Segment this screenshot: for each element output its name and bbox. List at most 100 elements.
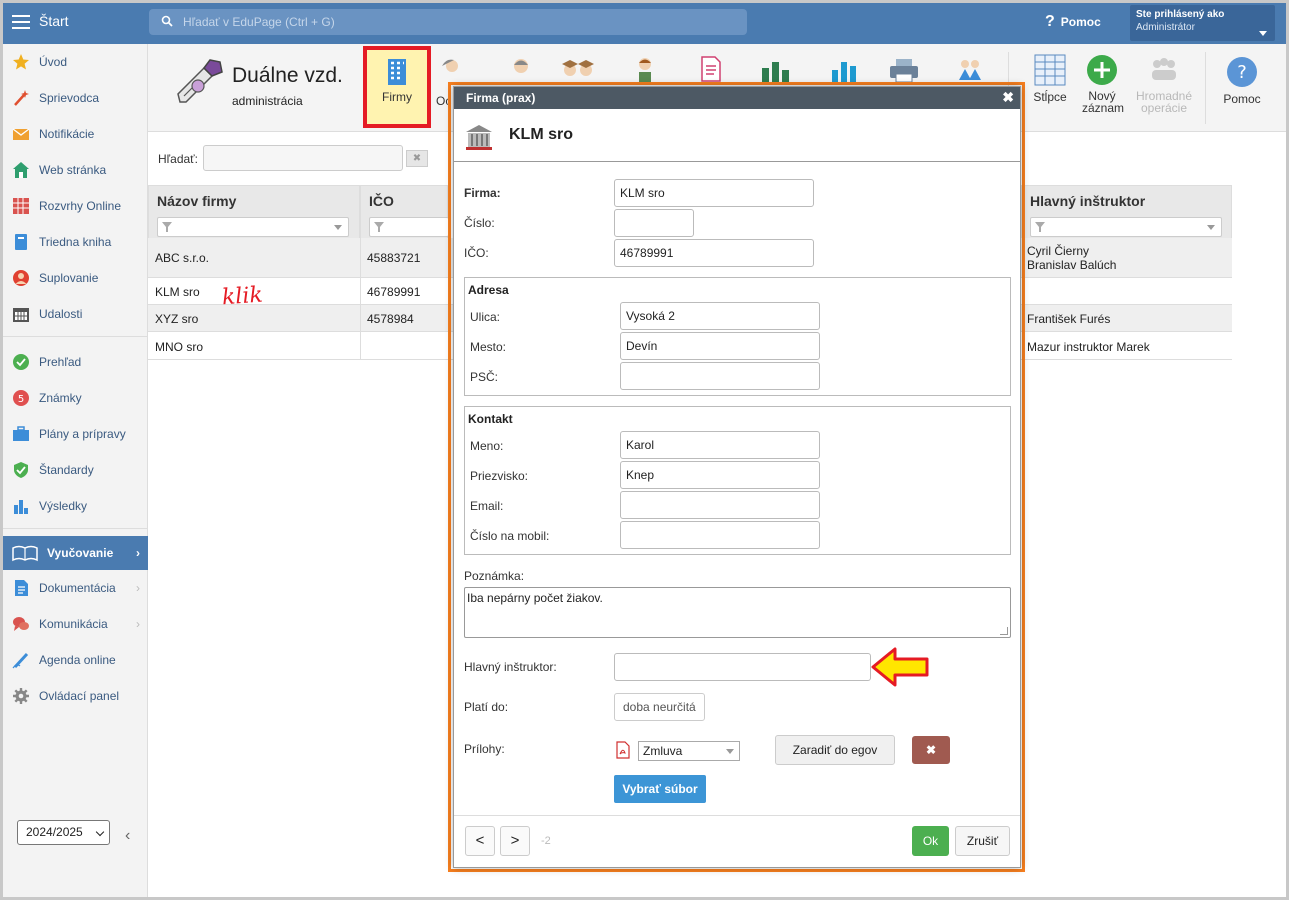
sidebar-item-prehlad[interactable]: Prehľad: [3, 345, 148, 379]
column-filter[interactable]: [369, 217, 449, 237]
sidebar-item-notifikacie[interactable]: Notifikácie: [3, 117, 148, 151]
instructor-input[interactable]: [614, 653, 871, 681]
sidebar-item-vysledky[interactable]: Výsledky: [3, 489, 148, 523]
hamburger-menu-icon[interactable]: [12, 15, 30, 29]
column-header-ico[interactable]: IČO: [360, 185, 449, 241]
bank-building-icon: [466, 125, 492, 150]
help-module-button[interactable]: ? Pomoc: [1220, 44, 1264, 132]
table-search-input[interactable]: [203, 145, 403, 171]
sidebar-item-ovladaci-panel[interactable]: Ovládací panel: [3, 679, 148, 713]
note-textarea[interactable]: Iba nepárny počet žiakov.: [464, 587, 1011, 638]
sidebar-item-label: Udalosti: [39, 307, 83, 321]
footer-divider: [454, 815, 1020, 816]
sidebar-item-web-stranka[interactable]: Web stránka: [3, 153, 148, 187]
svg-text:5: 5: [18, 394, 24, 405]
sidebar-item-dokumentacia[interactable]: Dokumentácia ›: [3, 571, 148, 605]
report-icon: [701, 56, 721, 82]
grid-icon: [13, 198, 29, 214]
sidebar-item-komunikacia[interactable]: Komunikácia ›: [3, 607, 148, 641]
group-icon: [1152, 58, 1176, 80]
toolbar-divider: [1205, 52, 1206, 124]
email-input[interactable]: [620, 491, 820, 519]
user-menu[interactable]: Ste prihlásený ako Administrátor: [1130, 5, 1275, 41]
note-text: Iba nepárny počet žiakov.: [467, 591, 603, 605]
new-record-button[interactable]: Nový záznam: [1082, 44, 1125, 132]
prev-record-button[interactable]: <: [465, 826, 495, 856]
contact-title: Kontakt: [468, 412, 513, 426]
help-button[interactable]: ? Pomoc: [1045, 13, 1101, 31]
choose-file-button[interactable]: Vybrať súbor: [614, 775, 706, 803]
open-book-icon: [12, 545, 38, 562]
user-role: Administrátor: [1136, 22, 1195, 33]
clear-search-icon[interactable]: ✖: [406, 150, 428, 167]
sidebar-item-suplovanie[interactable]: Suplovanie: [3, 261, 148, 295]
calendar-icon: [13, 308, 29, 322]
resize-grip-icon[interactable]: [1000, 627, 1008, 635]
sidebar-item-uvod[interactable]: Úvod: [3, 45, 148, 79]
cancel-button[interactable]: Zrušiť: [955, 826, 1010, 856]
cell-ico: 46789991: [367, 285, 421, 299]
column-filter[interactable]: [1030, 217, 1222, 237]
psc-input[interactable]: [620, 362, 820, 390]
column-header-instructor[interactable]: Hlavný inštruktor: [1021, 185, 1232, 241]
ok-button[interactable]: Ok: [912, 826, 949, 856]
mesto-input[interactable]: Devín: [620, 332, 820, 360]
firmy-button[interactable]: Firmy: [363, 46, 431, 128]
school-year-select[interactable]: 2024/2025: [17, 820, 110, 845]
cell-ico: 45883721: [367, 251, 421, 265]
sidebar-item-udalosti[interactable]: Udalosti: [3, 297, 148, 331]
firma-label: Firma:: [464, 186, 501, 200]
sidebar-item-label: Agenda online: [39, 653, 116, 667]
ico-input[interactable]: 46789991: [614, 239, 814, 267]
sidebar-item-vyucovanie[interactable]: Vyučovanie ›: [3, 536, 148, 570]
ulica-input[interactable]: Vysoká 2: [620, 302, 820, 330]
partial-toolbar-button[interactable]: Oc: [434, 44, 458, 132]
sidebar-item-znamky[interactable]: 5 Známky: [3, 381, 148, 415]
sidebar-item-sprievodca[interactable]: Sprievodca: [3, 81, 148, 115]
sidebar: Úvod Sprievodca Notifikácie Web stránka …: [3, 44, 148, 897]
close-icon[interactable]: ✖: [1002, 89, 1014, 106]
svg-text:?: ?: [1237, 62, 1247, 83]
psc-label: PSČ:: [470, 370, 499, 384]
arrow-left-annotation-icon: [871, 647, 929, 687]
sidebar-item-label: Ovládací panel: [39, 689, 120, 703]
sidebar-item-plany[interactable]: Plány a prípravy: [3, 417, 148, 451]
sidebar-item-label: Vyučovanie: [47, 546, 114, 560]
cislo-input[interactable]: [614, 209, 694, 237]
next-record-button[interactable]: >: [500, 826, 530, 856]
mobil-input[interactable]: [620, 521, 820, 549]
grade-icon: 5: [13, 390, 29, 406]
sidebar-item-standardy[interactable]: Štandardy: [3, 453, 148, 487]
address-title: Adresa: [468, 283, 509, 297]
meno-label: Meno:: [470, 439, 504, 453]
firma-input[interactable]: KLM sro: [614, 179, 814, 207]
meno-input[interactable]: Karol: [620, 431, 820, 459]
new-record-label-2: záznam: [1082, 101, 1125, 115]
sidebar-item-triedna-kniha[interactable]: Triedna kniha: [3, 225, 148, 259]
attachment-type-select[interactable]: Zmluva: [638, 741, 740, 761]
sidebar-divider: [3, 336, 148, 337]
stlpce-button[interactable]: Stĺpce: [1025, 44, 1075, 132]
valid-until-button[interactable]: doba neurčitá: [614, 693, 705, 721]
column-filter[interactable]: [157, 217, 349, 237]
start-link[interactable]: Štart: [39, 13, 69, 29]
sidebar-item-rozvrhy[interactable]: Rozvrhy Online: [3, 189, 148, 223]
column-title: IČO: [369, 193, 394, 209]
assign-egov-button[interactable]: Zaradiť do egov: [775, 735, 895, 765]
caret-down-icon: [1259, 31, 1267, 36]
address-fieldset: Adresa Ulica: Vysoká 2 Mesto: Devín PSČ:: [464, 277, 1011, 396]
search-icon: [161, 15, 173, 27]
sidebar-item-agenda[interactable]: Agenda online: [3, 643, 148, 677]
bar-chart-icon: [832, 62, 856, 82]
star-icon: [13, 54, 29, 70]
bulk-operations-button[interactable]: Hromadné operácie: [1132, 44, 1196, 132]
collapse-sidebar-icon[interactable]: ‹: [125, 827, 130, 845]
global-search-input[interactable]: Hľadať v EduPage (Ctrl + G): [149, 9, 747, 35]
wand-icon: [14, 90, 29, 106]
graduates-icon: [562, 60, 594, 76]
delete-attachment-button[interactable]: ✖: [912, 736, 950, 764]
column-header-name[interactable]: Názov firmy: [148, 185, 360, 241]
sidebar-item-label: Úvod: [39, 55, 68, 69]
priezvisko-input[interactable]: Knep: [620, 461, 820, 489]
column-title: Názov firmy: [157, 193, 237, 209]
